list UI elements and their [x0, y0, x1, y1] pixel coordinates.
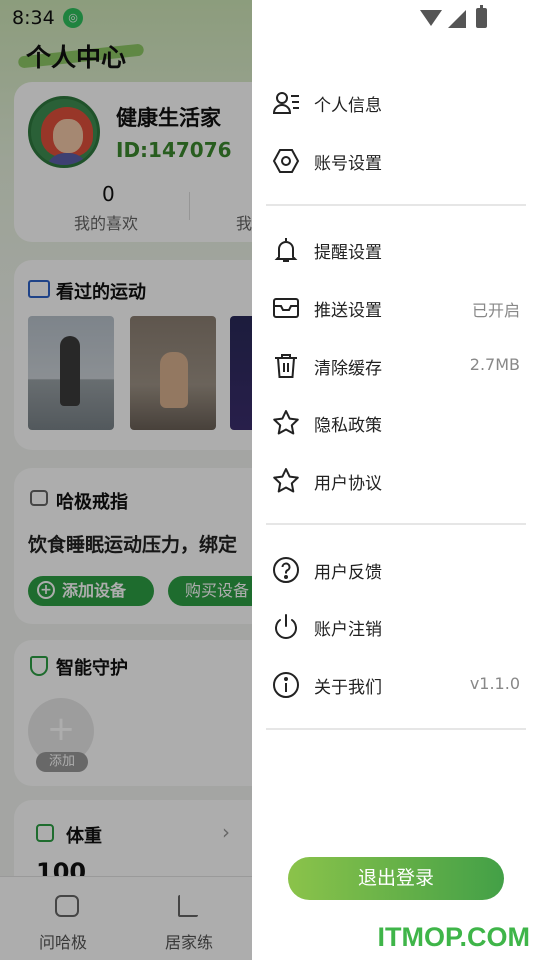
menu-item-user-agreement[interactable]: 用户协议: [252, 455, 540, 507]
help-circle-icon: [272, 556, 300, 584]
menu-item-about-us[interactable]: 关于我们 v1.1.0: [252, 659, 540, 711]
menu-item-push-settings[interactable]: 推送设置 已开启: [252, 282, 540, 334]
menu-item-reminder-settings[interactable]: 提醒设置: [252, 224, 540, 276]
menu-item-clear-cache[interactable]: 清除缓存 2.7MB: [252, 340, 540, 392]
menu-item-privacy-policy[interactable]: 隐私政策: [252, 397, 540, 449]
cache-size-value: 2.7MB: [469, 355, 520, 374]
menu-item-label: 推送设置: [314, 301, 382, 321]
push-status-value: 已开启: [471, 301, 520, 320]
menu-item-label: 账户注销: [314, 620, 382, 640]
person-list-icon: [272, 89, 300, 117]
info-circle-icon: [272, 671, 300, 699]
menu-item-personal-info[interactable]: 个人信息: [252, 77, 540, 129]
bell-icon: [272, 236, 300, 264]
star-icon: [272, 409, 300, 437]
menu-item-label: 账号设置: [314, 154, 382, 174]
trash-icon: [272, 352, 300, 380]
inbox-icon: [272, 294, 300, 322]
menu-divider: [266, 204, 526, 206]
menu-item-label: 个人信息: [314, 96, 382, 116]
power-icon: [272, 613, 300, 641]
settings-drawer: 个人信息 账号设置 提醒设置 推送设置 已开启 清除缓存 2.7MB 隐私政策 …: [252, 0, 540, 960]
menu-item-label: 清除缓存: [314, 359, 382, 379]
menu-item-label: 隐私政策: [314, 416, 382, 436]
star-icon: [272, 467, 300, 495]
hexagon-gear-icon: [272, 147, 300, 175]
app-version-value: v1.1.0: [469, 674, 520, 693]
watermark: ITMOP.COM: [377, 922, 530, 952]
menu-item-label: 提醒设置: [314, 243, 382, 263]
menu-divider: [266, 523, 526, 525]
signal-icon: [448, 10, 466, 28]
logout-button[interactable]: 退出登录: [288, 857, 504, 900]
menu-item-account-settings[interactable]: 账号设置: [252, 135, 540, 187]
menu-item-feedback[interactable]: 用户反馈: [252, 544, 540, 596]
menu-item-delete-account[interactable]: 账户注销: [252, 601, 540, 653]
battery-icon: [476, 5, 487, 28]
wifi-icon: [420, 10, 442, 26]
menu-item-label: 用户反馈: [314, 563, 382, 583]
menu-item-label: 关于我们: [314, 678, 382, 698]
menu-item-label: 用户协议: [314, 474, 382, 494]
system-status-icons: [420, 5, 500, 28]
menu-divider: [266, 728, 526, 730]
